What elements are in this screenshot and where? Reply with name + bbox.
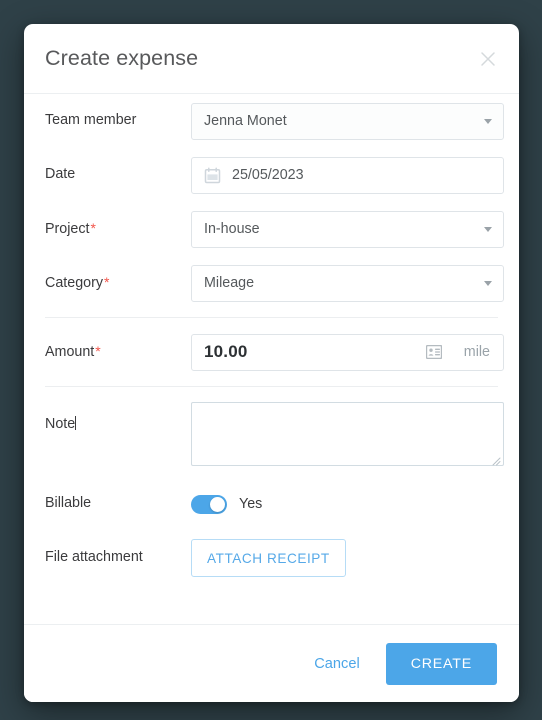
field-row-category: Category* Mileage: [45, 256, 504, 310]
create-expense-dialog: Create expense Team member Jenna Monet D…: [24, 24, 519, 702]
project-select[interactable]: In-house: [191, 210, 504, 248]
category-select[interactable]: Mileage: [191, 264, 504, 302]
divider: [45, 386, 498, 387]
chevron-down-icon: [484, 226, 492, 232]
amount-input[interactable]: 10.00 mile: [191, 333, 504, 371]
team-member-value: Jenna Monet: [204, 113, 287, 129]
note-label: Note: [45, 402, 191, 433]
project-label-text: Project: [45, 220, 90, 237]
id-card-icon[interactable]: [425, 345, 442, 359]
project-required-marker: *: [90, 219, 96, 236]
billable-toggle[interactable]: [191, 494, 227, 514]
field-row-team-member: Team member Jenna Monet: [45, 94, 504, 148]
team-member-field: Jenna Monet: [191, 102, 504, 140]
date-label: Date: [45, 166, 76, 183]
field-row-date: Date 25/05/2023: [45, 148, 504, 202]
attach-receipt-button[interactable]: ATTACH RECEIPT: [191, 539, 346, 577]
dialog-title: Create expense: [45, 46, 199, 70]
billable-field: Yes: [191, 494, 498, 514]
cancel-button[interactable]: Cancel: [310, 650, 363, 678]
dialog-footer: Cancel CREATE: [24, 624, 519, 702]
note-label-text: Note: [45, 416, 76, 432]
amount-required-marker: *: [95, 342, 101, 359]
amount-label: Amount*: [45, 343, 191, 361]
chevron-down-icon: [484, 280, 492, 286]
category-label: Category*: [45, 274, 191, 292]
file-attachment-label: File attachment: [45, 549, 143, 566]
text-cursor: [75, 416, 77, 430]
calendar-icon: [204, 166, 221, 184]
divider: [45, 317, 498, 318]
close-icon[interactable]: [475, 46, 501, 72]
note-field: [191, 402, 504, 466]
team-member-select[interactable]: Jenna Monet: [191, 102, 504, 140]
field-row-project: Project* In-house: [45, 202, 504, 256]
team-member-label: Team member: [45, 112, 137, 129]
note-textarea[interactable]: [191, 402, 504, 466]
field-row-amount: Amount* 10.00 mile: [45, 325, 504, 379]
category-field: Mileage: [191, 264, 504, 302]
resize-handle-icon[interactable]: [491, 453, 501, 466]
project-field: In-house: [191, 210, 504, 248]
category-label-text: Category: [45, 274, 104, 291]
billable-state-label: Yes: [239, 496, 263, 512]
dialog-header: Create expense: [24, 24, 519, 94]
field-row-note: Note: [45, 394, 504, 478]
category-value: Mileage: [204, 275, 255, 291]
date-input[interactable]: 25/05/2023: [191, 156, 504, 194]
field-row-file-attachment: File attachment ATTACH RECEIPT: [45, 530, 498, 586]
date-value: 25/05/2023: [232, 167, 304, 183]
amount-value: 10.00: [204, 342, 248, 361]
toggle-knob: [210, 496, 225, 512]
dialog-body: Team member Jenna Monet Date 25/05/2023 …: [24, 94, 519, 624]
create-button[interactable]: CREATE: [385, 642, 497, 685]
amount-field: 10.00 mile: [191, 333, 504, 371]
chevron-down-icon: [484, 118, 492, 124]
date-field: 25/05/2023: [191, 156, 504, 194]
project-value: In-house: [204, 221, 260, 237]
file-attachment-field: ATTACH RECEIPT: [191, 539, 498, 577]
amount-label-text: Amount: [45, 343, 95, 360]
billable-label: Billable: [45, 495, 92, 512]
amount-unit: mile: [463, 344, 490, 360]
project-label: Project*: [45, 220, 191, 238]
category-required-marker: *: [104, 273, 110, 290]
field-row-billable: Billable Yes: [45, 478, 498, 530]
